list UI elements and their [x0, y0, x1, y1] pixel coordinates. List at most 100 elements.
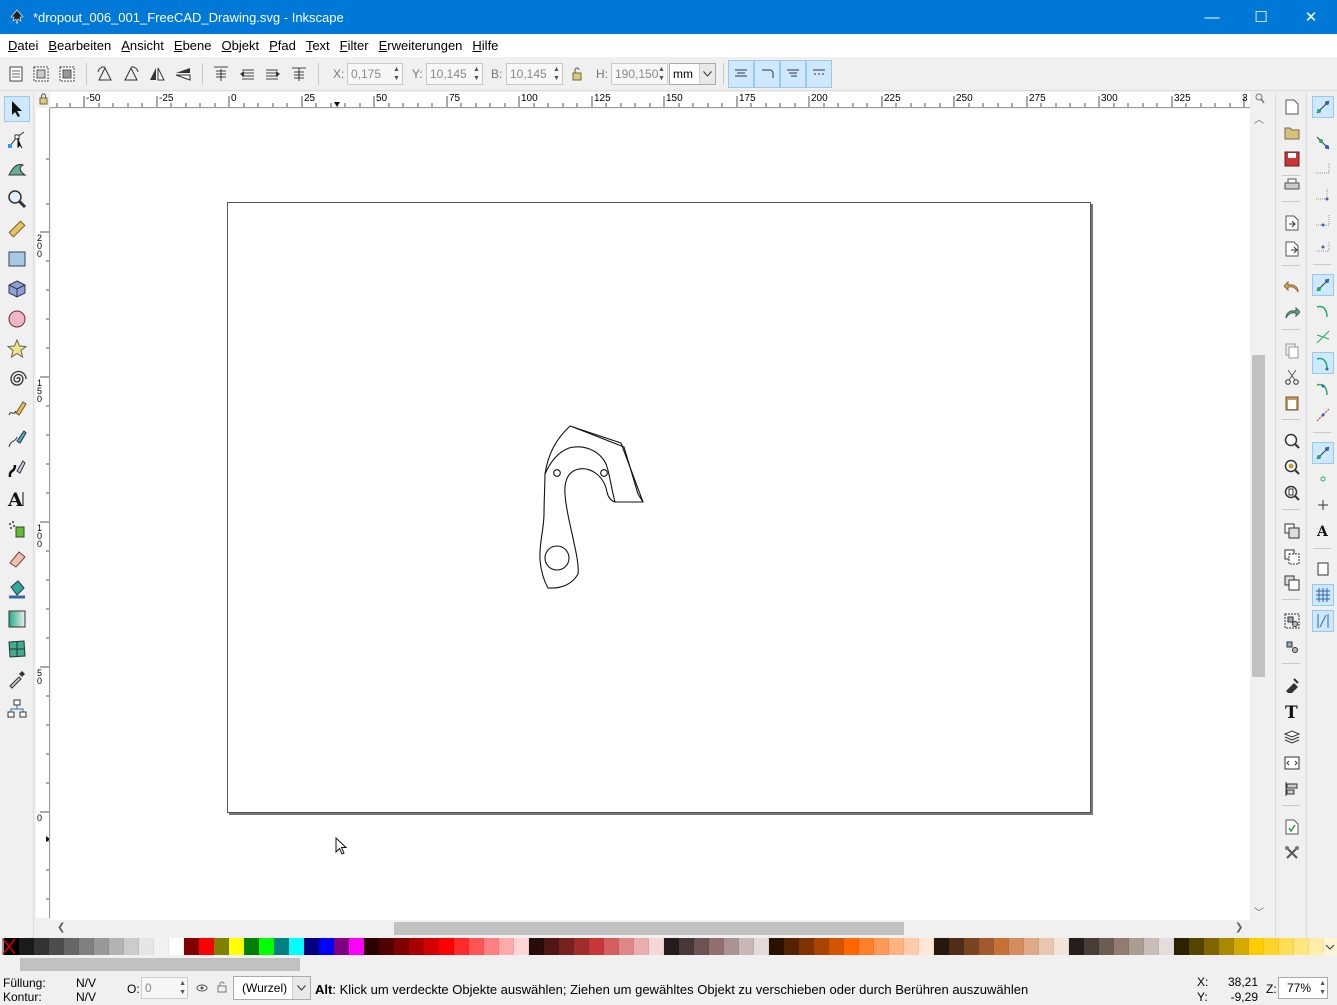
color-swatch[interactable]	[1144, 938, 1159, 955]
color-swatch[interactable]	[64, 938, 79, 955]
color-swatch[interactable]	[469, 938, 484, 955]
color-swatch[interactable]	[409, 938, 424, 955]
duplicate-icon[interactable]	[1281, 520, 1303, 542]
color-swatch[interactable]	[769, 938, 784, 955]
layer-select[interactable]: (Wurzel)	[233, 976, 311, 1000]
snap-bbox-icon[interactable]	[1312, 132, 1334, 154]
menu-bearbeiten[interactable]: Bearbeiten	[43, 38, 116, 53]
maximize-button[interactable]: ☐	[1238, 0, 1284, 34]
color-swatch[interactable]	[1084, 938, 1099, 955]
color-swatch[interactable]	[1039, 938, 1054, 955]
color-swatch[interactable]	[544, 938, 559, 955]
color-swatch[interactable]	[679, 938, 694, 955]
pencil-tool-icon[interactable]	[4, 396, 30, 422]
close-button[interactable]: ✕	[1288, 0, 1334, 34]
ruler-horizontal[interactable]: -50 -25 0 25 50 75 100 125 150 175 200 2…	[50, 92, 1250, 108]
color-swatch[interactable]	[1174, 938, 1189, 955]
color-swatch[interactable]	[559, 938, 574, 955]
color-swatch[interactable]	[724, 938, 739, 955]
color-swatch[interactable]	[514, 938, 529, 955]
opacity-input[interactable]: 0 ▲ ▼	[141, 977, 188, 999]
color-swatch[interactable]	[364, 938, 379, 955]
raise-icon[interactable]	[237, 64, 257, 84]
color-swatch[interactable]	[334, 938, 349, 955]
flip-horizontal-icon[interactable]	[147, 64, 167, 84]
color-swatch[interactable]	[784, 938, 799, 955]
color-swatch[interactable]	[379, 938, 394, 955]
transform-patterns-toggle[interactable]	[806, 60, 832, 88]
save-document-icon[interactable]	[1281, 148, 1303, 170]
color-swatch[interactable]	[694, 938, 709, 955]
color-swatch[interactable]	[1234, 938, 1249, 955]
color-swatch[interactable]	[1099, 938, 1114, 955]
text-tool-icon[interactable]: A	[4, 486, 30, 512]
color-swatch[interactable]	[1069, 938, 1084, 955]
color-swatch[interactable]	[499, 938, 514, 955]
lock-guides-icon[interactable]	[36, 92, 50, 108]
lower-icon[interactable]	[263, 64, 283, 84]
snap-intersections-icon[interactable]	[1312, 326, 1334, 348]
color-swatch[interactable]	[574, 938, 589, 955]
ellipse-tool-icon[interactable]	[4, 306, 30, 332]
snap-bbox-edge-icon[interactable]	[1312, 158, 1334, 180]
snap-bbox-center-icon[interactable]	[1312, 236, 1334, 258]
redo-icon[interactable]	[1281, 302, 1303, 324]
zoom-selection-icon[interactable]	[1281, 430, 1303, 452]
vertical-scroll-thumb[interactable]	[1252, 355, 1265, 677]
export-icon[interactable]	[1281, 238, 1303, 260]
palette-menu-icon[interactable]	[1325, 940, 1335, 954]
height-input[interactable]: 190,150 ▲ ▼	[611, 63, 668, 85]
horizontal-scrollbar[interactable]: ❮ ❯	[51, 920, 1250, 937]
color-swatch[interactable]	[874, 938, 889, 955]
print-icon[interactable]	[1281, 174, 1303, 196]
unlink-clone-icon[interactable]	[1281, 572, 1303, 594]
color-swatch[interactable]	[274, 938, 289, 955]
calligraphy-tool-icon[interactable]	[4, 456, 30, 482]
zoom-tool-icon[interactable]	[4, 186, 30, 212]
node-tool-icon[interactable]	[4, 126, 30, 152]
minimize-button[interactable]: —	[1189, 0, 1235, 34]
horizontal-scroll-thumb[interactable]	[394, 922, 904, 935]
color-swatch[interactable]	[454, 938, 469, 955]
color-swatch[interactable]	[709, 938, 724, 955]
select-all-icon[interactable]	[6, 64, 26, 84]
align-distribute-icon[interactable]	[1281, 778, 1303, 800]
color-swatch[interactable]	[889, 938, 904, 955]
dropper-tool-icon[interactable]	[4, 666, 30, 692]
group-icon[interactable]	[1281, 610, 1303, 632]
stroke-value[interactable]: N/V	[76, 990, 96, 1004]
scale-stroke-toggle[interactable]	[728, 60, 754, 88]
color-swatch[interactable]	[529, 938, 544, 955]
color-swatch[interactable]	[214, 938, 229, 955]
color-swatch[interactable]	[259, 938, 274, 955]
rotate-cw-icon[interactable]	[121, 64, 141, 84]
color-swatch[interactable]	[649, 938, 664, 955]
flip-vertical-icon[interactable]	[173, 64, 193, 84]
preferences-icon[interactable]	[1281, 842, 1303, 864]
color-swatch[interactable]	[994, 938, 1009, 955]
measure-tool-icon[interactable]	[4, 216, 30, 242]
color-swatch[interactable]	[934, 938, 949, 955]
connector-tool-icon[interactable]	[4, 696, 30, 722]
width-input[interactable]: 10,145 ▲ ▼	[506, 63, 563, 85]
clone-icon[interactable]	[1281, 546, 1303, 568]
spiral-tool-icon[interactable]	[4, 366, 30, 392]
layers-icon[interactable]	[1281, 726, 1303, 748]
color-swatch[interactable]	[1204, 938, 1219, 955]
deselect-icon[interactable]	[57, 64, 77, 84]
lock-proportions-icon[interactable]	[567, 64, 587, 84]
color-swatch[interactable]	[829, 938, 844, 955]
color-swatch[interactable]	[424, 938, 439, 955]
snap-page-border-icon[interactable]	[1312, 558, 1334, 580]
paste-icon[interactable]	[1281, 392, 1303, 414]
color-swatch[interactable]	[1159, 938, 1174, 955]
copy-icon[interactable]	[1281, 340, 1303, 362]
color-swatch[interactable]	[79, 938, 94, 955]
eraser-tool-icon[interactable]	[4, 546, 30, 572]
color-swatch[interactable]	[109, 938, 124, 955]
spray-tool-icon[interactable]	[4, 516, 30, 542]
new-document-icon[interactable]	[1281, 96, 1303, 118]
color-swatch[interactable]	[244, 938, 259, 955]
color-swatch[interactable]	[1009, 938, 1024, 955]
color-swatch[interactable]	[49, 938, 64, 955]
